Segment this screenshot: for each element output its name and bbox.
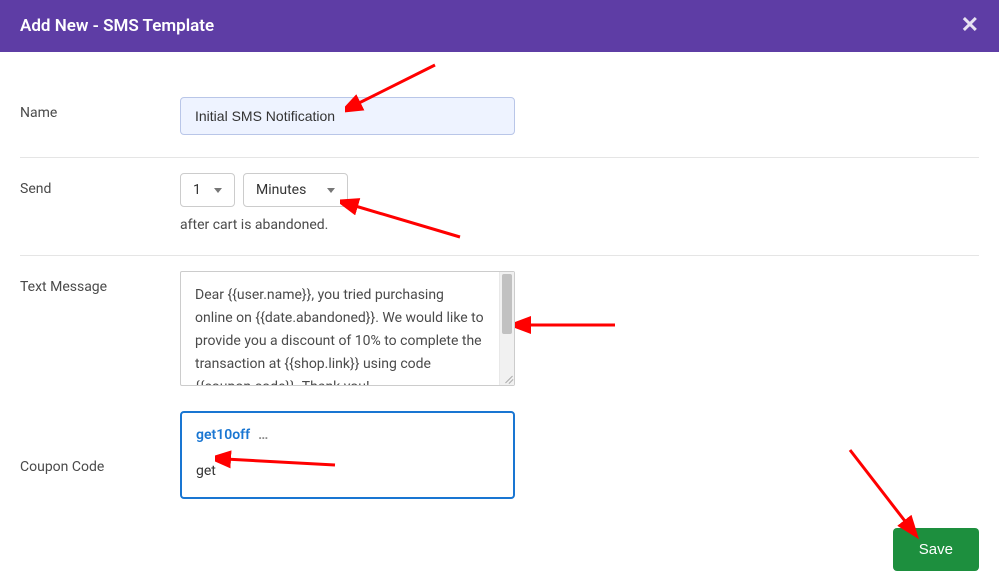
scrollbar-thumb[interactable]: [502, 274, 512, 334]
save-button[interactable]: Save: [893, 528, 979, 571]
close-icon[interactable]: ✕: [961, 15, 979, 37]
send-label: Send: [20, 173, 180, 197]
send-number-value: 1: [193, 182, 201, 198]
coupon-suggestion-item[interactable]: get10off …: [196, 427, 499, 443]
send-unit-select[interactable]: Minutes: [243, 173, 348, 207]
name-input[interactable]: [180, 97, 515, 135]
coupon-input-text[interactable]: get: [196, 463, 499, 479]
send-controls: 1 Minutes: [180, 173, 979, 207]
coupon-row: Coupon Code get10off … get: [20, 406, 979, 521]
ellipsis-icon: …: [258, 427, 269, 443]
modal-header: Add New - SMS Template ✕: [0, 0, 999, 52]
coupon-label: Coupon Code: [20, 411, 180, 475]
coupon-autocomplete[interactable]: get10off … get: [180, 411, 515, 499]
modal-title: Add New - SMS Template: [20, 16, 214, 36]
coupon-suggestion-text: get10off: [196, 427, 250, 443]
message-content: Dear {{user.name}}, you tried purchasing…: [180, 271, 979, 386]
caret-down-icon: [214, 188, 222, 193]
caret-down-icon: [327, 188, 335, 193]
scrollbar[interactable]: [499, 272, 514, 385]
message-label: Text Message: [20, 271, 180, 295]
modal-body: Name Send 1 Minutes after cart is abando…: [0, 52, 999, 541]
send-row: Send 1 Minutes after cart is abandoned.: [20, 158, 979, 256]
coupon-content: get10off … get: [180, 411, 979, 499]
message-text: Dear {{user.name}}, you tried purchasing…: [181, 272, 499, 385]
send-helper-text: after cart is abandoned.: [180, 217, 979, 233]
name-content: [180, 97, 979, 135]
name-row: Name: [20, 82, 979, 158]
resize-handle-icon[interactable]: [501, 372, 513, 384]
message-row: Text Message Dear {{user.name}}, you tri…: [20, 256, 979, 406]
send-number-select[interactable]: 1: [180, 173, 235, 207]
message-textarea[interactable]: Dear {{user.name}}, you tried purchasing…: [180, 271, 515, 386]
name-label: Name: [20, 97, 180, 121]
send-content: 1 Minutes after cart is abandoned.: [180, 173, 979, 233]
send-unit-value: Minutes: [256, 182, 306, 198]
